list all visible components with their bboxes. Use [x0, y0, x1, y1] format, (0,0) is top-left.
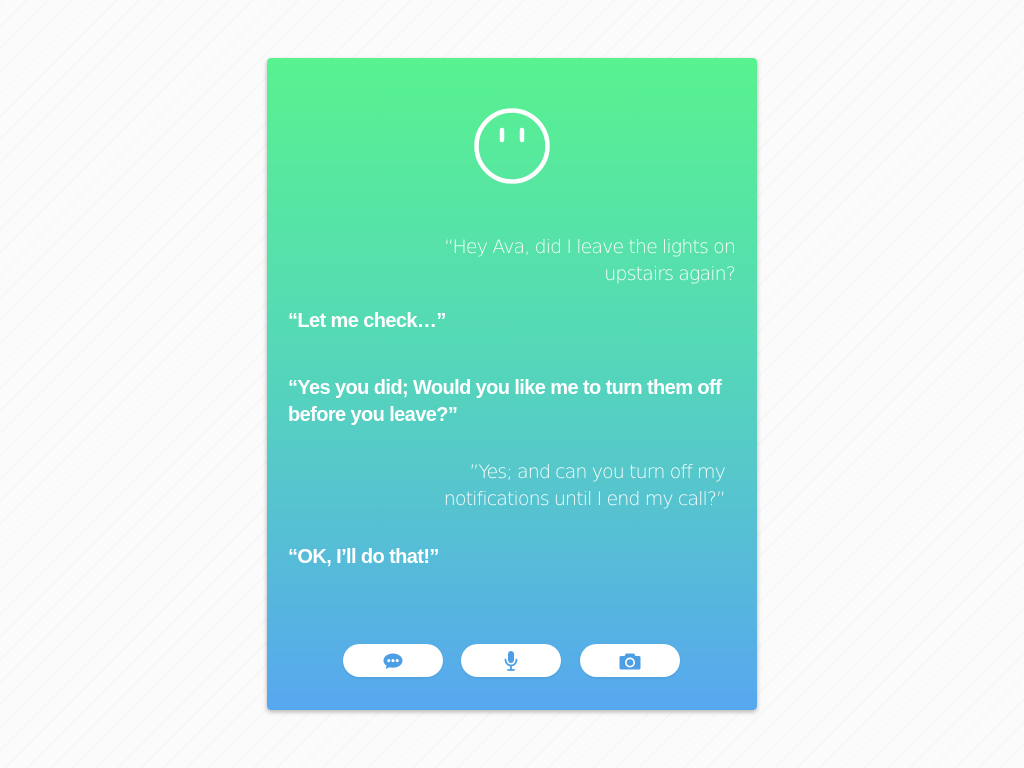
assistant-card: “Hey Ava, did I leave the lights on upst…	[267, 58, 757, 710]
assistant-message: “Let me check…”	[288, 310, 446, 332]
microphone-button[interactable]	[461, 644, 561, 677]
camera-icon	[618, 651, 642, 671]
user-message: “Hey Ava, did I leave the lights on upst…	[444, 236, 736, 285]
camera-button[interactable]	[580, 644, 680, 677]
microphone-icon	[503, 650, 519, 672]
smiley-face-icon	[473, 107, 551, 185]
chat-bubble-icon	[382, 652, 404, 670]
user-message: ”Yes; and can you turn off my notificati…	[443, 461, 726, 510]
assistant-message: “OK, I’ll do that!”	[288, 546, 439, 568]
chat-button[interactable]	[343, 644, 443, 677]
input-toolbar	[343, 644, 683, 677]
assistant-message: “Yes you did; Would you like me to turn …	[288, 377, 722, 426]
